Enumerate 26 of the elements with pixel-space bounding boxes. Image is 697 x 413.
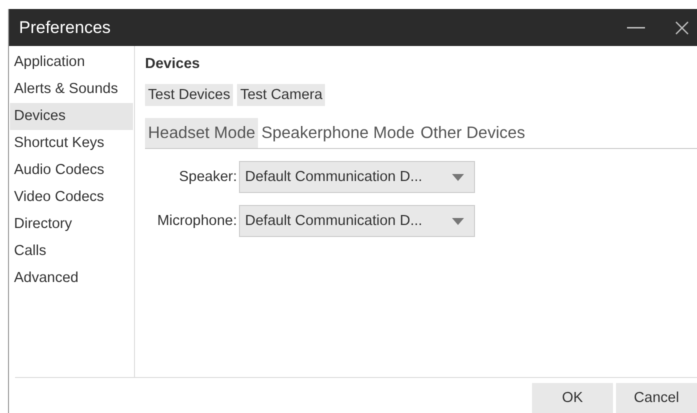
caret-icon (452, 174, 464, 180)
sidebar-item[interactable]: Shortcut Keys (10, 130, 133, 157)
field-label: Microphone: (156, 213, 238, 229)
tab[interactable]: Other Devices (418, 118, 528, 148)
close-icon[interactable] (675, 20, 689, 34)
sidebar-item[interactable]: Devices (10, 103, 133, 130)
sidebar-item[interactable]: Audio Codecs (10, 157, 133, 184)
sidebar-item[interactable]: Calls (10, 238, 133, 265)
section-heading: Devices (145, 55, 201, 74)
dropdown[interactable]: Default Communication D... (239, 161, 475, 193)
tab[interactable]: Headset Mode (145, 118, 258, 148)
tab[interactable]: Speakerphone Mode (258, 118, 418, 148)
sidebar-item[interactable]: Directory (10, 211, 133, 238)
minimize-icon[interactable] (627, 26, 645, 28)
sidebar-item[interactable]: Video Codecs (10, 184, 133, 211)
sidebar-item[interactable]: Alerts & Sounds (10, 76, 133, 103)
ok-button[interactable]: OK (532, 383, 613, 413)
sidebar-item[interactable]: Advanced (10, 265, 133, 292)
action-button[interactable]: Test Camera (237, 84, 326, 106)
action-button[interactable]: Test Devices (145, 84, 234, 106)
window-title: Preferences (19, 18, 112, 38)
field-label: Speaker: (178, 169, 238, 185)
caret-icon (452, 218, 464, 224)
dropdown[interactable]: Default Communication D... (239, 205, 475, 237)
cancel-button[interactable]: Cancel (616, 383, 697, 413)
sidebar-item[interactable]: Application (10, 49, 133, 76)
